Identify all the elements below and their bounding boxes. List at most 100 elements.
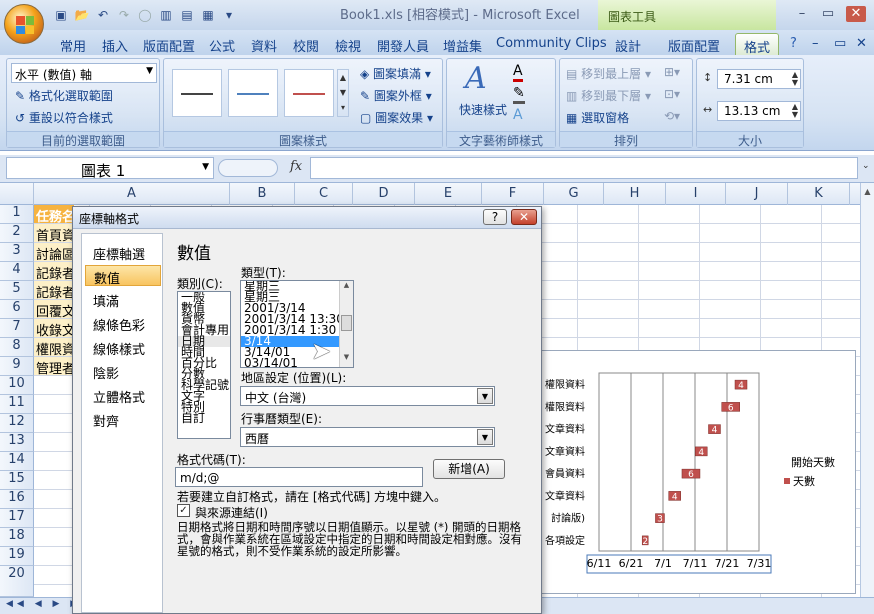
row-header[interactable]: 8 xyxy=(0,338,34,357)
col-header-b[interactable]: B xyxy=(230,183,295,205)
nav-alignment[interactable]: 對齊 xyxy=(85,409,161,430)
nav-shadow[interactable]: 陰影 xyxy=(85,361,161,382)
shape-style-1[interactable] xyxy=(172,69,222,117)
open-icon[interactable]: 📂 xyxy=(73,7,91,23)
fx-icon[interactable]: fx xyxy=(290,159,302,174)
row-header[interactable]: 5 xyxy=(0,281,34,300)
undo-icon[interactable]: ↶ xyxy=(94,7,112,23)
minimize-icon[interactable]: – xyxy=(792,6,812,22)
cell-a8[interactable]: 權限資 xyxy=(34,338,74,357)
cell-a9[interactable]: 管理者 xyxy=(34,357,74,376)
format-selection-button[interactable]: ✎ 格式化選取範圍 xyxy=(15,87,113,104)
category-list[interactable]: 一般 數值 貨幣 會計專用 日期 時間 百分比 分數 科學記號 文字 特別 自訂 xyxy=(177,291,231,439)
vertical-scrollbar[interactable]: ▲ xyxy=(860,183,874,597)
nav-fill[interactable]: 填滿 xyxy=(85,289,161,310)
reset-style-button[interactable]: ↺ 重設以符合樣式 xyxy=(15,109,113,126)
row-header[interactable]: 20 xyxy=(0,566,34,597)
col-header-c[interactable]: C xyxy=(295,183,353,205)
tab-community-clips[interactable]: Community Clips xyxy=(496,33,607,55)
col-header-i[interactable]: I xyxy=(666,183,726,205)
text-fill-icon[interactable]: A xyxy=(513,63,523,82)
shape-effects-button[interactable]: ▢ 圖案效果 ▾ xyxy=(360,109,433,126)
tab-review[interactable]: 校閱 xyxy=(293,33,319,55)
row-header[interactable]: 12 xyxy=(0,414,34,433)
shape-outline-button[interactable]: ✎ 圖案外框 ▾ xyxy=(360,87,432,104)
row-header[interactable]: 7 xyxy=(0,319,34,338)
scroll-up-icon[interactable]: ▲ xyxy=(862,187,873,199)
spinner-icon[interactable]: ▲ ▼ xyxy=(792,71,798,87)
chevron-down-icon[interactable]: ▼ xyxy=(477,388,493,404)
print-icon[interactable]: ▤ xyxy=(178,7,196,23)
col-header-a[interactable]: A xyxy=(34,183,230,205)
col-header-e[interactable]: E xyxy=(415,183,482,205)
cell-a2[interactable]: 首頁資 xyxy=(34,224,74,243)
list-item[interactable]: 自訂 xyxy=(178,412,230,424)
select-all-corner[interactable] xyxy=(0,183,34,205)
tab-format[interactable]: 格式 xyxy=(735,33,780,56)
spinner-icon[interactable]: ▲ ▼ xyxy=(792,103,798,119)
expand-formula-icon[interactable]: ⌄ xyxy=(862,161,870,171)
row-header[interactable]: 16 xyxy=(0,490,34,509)
align-icon[interactable]: ⊞▾ xyxy=(664,65,680,79)
shape-style-2[interactable] xyxy=(228,69,278,117)
formula-input[interactable] xyxy=(310,157,858,179)
col-header-k[interactable]: K xyxy=(788,183,850,205)
chart-icon[interactable]: ▥ xyxy=(157,7,175,23)
locale-select[interactable]: 中文 (台灣) ▼ xyxy=(240,386,495,406)
shape-style-3[interactable] xyxy=(284,69,334,117)
col-header-g[interactable]: G xyxy=(544,183,604,205)
row-header[interactable]: 6 xyxy=(0,300,34,319)
chevron-down-icon[interactable]: ▼ xyxy=(202,162,209,172)
formula-slider[interactable] xyxy=(218,159,278,177)
shape-styles-more-icon[interactable]: ▲ ▼ ▾ xyxy=(337,69,349,117)
cell-a6[interactable]: 回覆文 xyxy=(34,300,74,319)
height-input[interactable]: 7.31 cm ▲ ▼ xyxy=(717,69,801,89)
tab-formulas[interactable]: 公式 xyxy=(209,33,235,55)
row-header[interactable]: 11 xyxy=(0,395,34,414)
row-header[interactable]: 4 xyxy=(0,262,34,281)
col-header-j[interactable]: J xyxy=(726,183,788,205)
save-icon[interactable]: ▣ xyxy=(52,7,70,23)
bring-front-button[interactable]: ▤ 移到最上層 ▾ xyxy=(566,65,651,82)
nav-3d-format[interactable]: 立體格式 xyxy=(85,385,161,406)
text-outline-icon[interactable]: ✎ xyxy=(513,85,525,104)
row-header[interactable]: 3 xyxy=(0,243,34,262)
nav-number[interactable]: 數值 xyxy=(85,265,161,287)
redo-icon[interactable]: ↷ xyxy=(115,7,133,23)
ribbon-minimize-icon[interactable]: – xyxy=(812,33,819,55)
tab-addins[interactable]: 增益集 xyxy=(443,33,482,55)
row-header[interactable]: 10 xyxy=(0,376,34,395)
selection-pane-button[interactable]: ▦ 選取窗格 xyxy=(566,109,629,126)
maximize-icon[interactable]: ▭ xyxy=(818,6,838,22)
cell-a3[interactable]: 討論區 xyxy=(34,243,74,262)
calendar-select[interactable]: 西曆 ▼ xyxy=(240,427,495,447)
nav-axis-options[interactable]: 座標軸選項 xyxy=(85,242,161,282)
dialog-close-button[interactable]: ✕ xyxy=(511,209,537,225)
tab-developer[interactable]: 開發人員 xyxy=(377,33,429,55)
quick-styles-button[interactable]: 快速樣式 xyxy=(459,101,507,118)
row-header[interactable]: 15 xyxy=(0,471,34,490)
tab-chart-layout[interactable]: 版面配置 xyxy=(668,33,720,55)
chevron-down-icon[interactable]: ▼ xyxy=(477,429,493,445)
shape-fill-button[interactable]: ◈ 圖案填滿 ▾ xyxy=(360,65,431,82)
col-header-h[interactable]: H xyxy=(604,183,666,205)
close-window-icon[interactable]: ✕ xyxy=(846,6,866,22)
help-icon[interactable]: ? xyxy=(790,33,797,55)
list-item[interactable]: 03/14/01 xyxy=(241,357,353,367)
type-list[interactable]: 星期三 星期三 2001/3/14 2001/3/14 13:30 2001/3… xyxy=(240,280,354,368)
text-effects-icon[interactable]: A xyxy=(513,107,523,123)
nav-line-style[interactable]: 線條樣式 xyxy=(85,337,161,358)
send-back-button[interactable]: ▥ 移到最下層 ▾ xyxy=(566,87,651,104)
selection-dropdown[interactable]: 水平 (數值) 軸 ▼ xyxy=(11,63,157,83)
nav-line-color[interactable]: 線條色彩 xyxy=(85,313,161,334)
customize-qat-icon[interactable]: ▾ xyxy=(220,7,238,23)
chart-area[interactable]: 6/11 6/21 7/1 7/11 7/21 7/31 權限資料 4 權限資料 6 文章資料 4 文章… xyxy=(540,350,856,594)
page-icon[interactable]: ▦ xyxy=(199,7,217,23)
col-header-f[interactable]: F xyxy=(482,183,544,205)
width-input[interactable]: 13.13 cm ▲ ▼ xyxy=(717,101,801,121)
link-source-checkbox[interactable]: ✓ xyxy=(177,504,190,517)
cell-a5[interactable]: 記錄者 xyxy=(34,281,74,300)
row-header[interactable]: 1 xyxy=(0,205,34,224)
row-header[interactable]: 18 xyxy=(0,528,34,547)
wordart-a-icon[interactable]: A xyxy=(465,61,487,96)
